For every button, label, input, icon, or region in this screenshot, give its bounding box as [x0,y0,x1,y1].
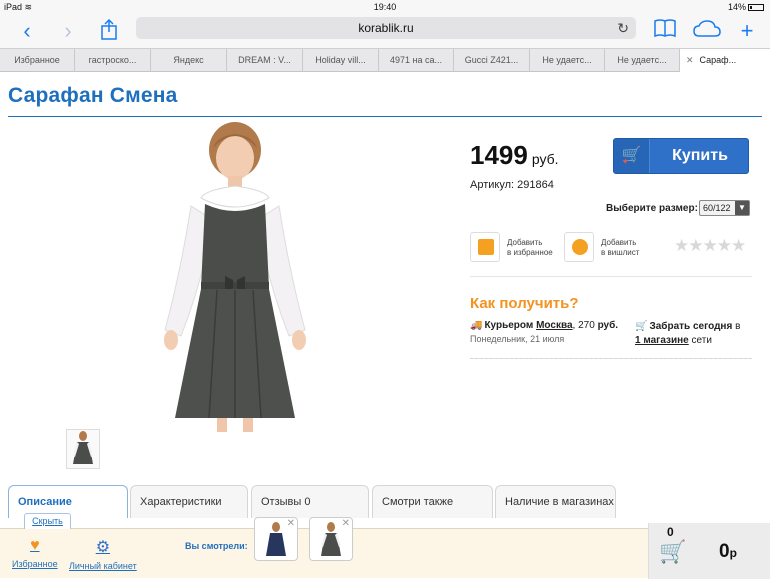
gear-icon: ⚙ [95,539,111,556]
how-to-get-heading: Как получить? [470,295,579,312]
tab-reviews[interactable]: Отзывы 0 [251,485,369,518]
battery-icon [748,4,764,11]
reload-icon[interactable]: ↻ [617,17,629,39]
divider [470,358,752,359]
courier-city-link[interactable]: Москва [536,320,572,331]
recently-viewed-item[interactable]: ✕ [254,517,298,561]
size-value: 60/122 [703,203,731,213]
pickup-store-link[interactable]: 1 магазине [635,335,689,346]
forward-icon[interactable]: › [55,18,81,44]
tab-item[interactable]: Избранное [0,49,75,72]
pickup-info: 🛒 Забрать сегодня в 1 магазине сети [635,321,741,346]
courier-delivery: 🚚 Курьером Москва, 270 руб. [470,320,619,331]
courier-date: Понедельник, 21 июля [470,334,565,344]
star-icon[interactable]: ★ [731,236,746,255]
tab-see-also[interactable]: Смотри также [372,485,493,518]
product-thumbnail[interactable] [66,429,100,469]
price-currency: руб. [531,151,559,167]
heart-icon: ♥ [30,537,40,554]
add-to-wishlist-label[interactable]: Добавить в вишлист [601,238,639,258]
tab-item[interactable]: Gucci Z421... [454,49,530,72]
heart-icon [572,239,588,255]
add-to-wishlist-button[interactable] [564,232,594,262]
tab-bar: Избранное гастроско... Яндекс DREAM : V.… [0,48,770,72]
close-icon[interactable]: ✕ [342,518,350,529]
recently-viewed-item[interactable]: ✕ [309,517,353,561]
recently-viewed-label: Вы смотрели: [185,541,248,551]
tab-item[interactable]: DREAM : V... [227,49,303,72]
add-to-favorites-label[interactable]: Добавить в избранное [507,238,553,258]
truck-icon: 🚚 [470,320,483,331]
favorites-link[interactable]: ♥ Избранное [12,537,58,569]
add-to-favorites-button[interactable] [470,232,500,262]
tab-item[interactable]: Не удаетс... [605,49,680,72]
cart-add-icon: 🛒 + [614,139,650,173]
rating-stars[interactable]: ★★★★★ [674,236,746,256]
star-icon[interactable]: ★ [688,236,703,255]
account-link[interactable]: ⚙ Личный кабинет [69,537,137,571]
star-icon[interactable]: ★ [674,236,689,255]
address-bar[interactable]: korablik.ru ↻ [136,17,636,39]
browser-toolbar: ‹ › korablik.ru ↻ + [0,14,770,48]
back-icon[interactable]: ‹ [14,18,40,44]
buy-button-label: Купить [672,147,728,164]
product-article: Артикул: 291864 [470,179,554,191]
cart-total: 0р [719,541,737,562]
hide-panel-button[interactable]: Скрыть [24,513,71,529]
tab-item[interactable]: гастроско... [75,49,151,72]
product-tabs: Описание Характеристики Отзывы 0 Смотри … [8,485,762,518]
close-tab-icon[interactable]: ✕ [686,55,694,65]
cart-icon: 🛒 [659,539,687,564]
share-icon[interactable] [96,18,122,44]
size-label: Выберите размер: [606,203,698,214]
product-page: Сарафан Смена 1499 руб. Артикул: 291864 … [0,72,770,578]
mini-cart[interactable]: 0 🛒 0р [648,523,770,579]
tab-characteristics[interactable]: Характеристики [130,485,248,518]
url-text: korablik.ru [358,21,414,35]
product-photo[interactable] [155,120,320,432]
tab-item[interactable]: Яндекс [151,49,227,72]
battery-indicator: 14% [728,2,764,12]
bottom-panel: Скрыть ♥ Избранное ⚙ Личный кабинет Вы с… [0,513,770,579]
tab-item-active[interactable]: ✕ Сараф... [680,49,770,72]
cloud-icon[interactable] [692,18,722,44]
tab-item[interactable]: 4971 на са... [379,49,454,72]
clock: 19:40 [373,2,397,12]
tab-item[interactable]: Holiday vill... [303,49,379,72]
star-icon[interactable]: ★ [703,236,718,255]
size-select[interactable]: 60/122 ▼ [699,200,750,216]
ios-status-bar: iPad ≋ 19:40 14% [0,0,770,14]
tab-item[interactable]: Не удаетс... [530,49,605,72]
close-icon[interactable]: ✕ [287,518,295,529]
divider [470,276,752,277]
book-icon[interactable] [652,18,678,44]
tab-label: Сараф... [699,55,737,65]
star-icon[interactable]: ★ [717,236,732,255]
product-price: 1499 руб. [470,140,559,170]
title-divider [8,116,762,117]
buy-button[interactable]: 🛒 + Купить [613,138,749,174]
flag-icon [478,239,494,255]
chevron-down-icon: ▼ [735,201,749,215]
page-title: Сарафан Смена [8,84,178,107]
cart-icon: 🛒 [635,321,648,332]
tab-store-availability[interactable]: Наличие в магазинах [495,485,616,518]
plus-icon[interactable]: + [734,18,760,44]
cart-count: 0 [667,525,674,539]
